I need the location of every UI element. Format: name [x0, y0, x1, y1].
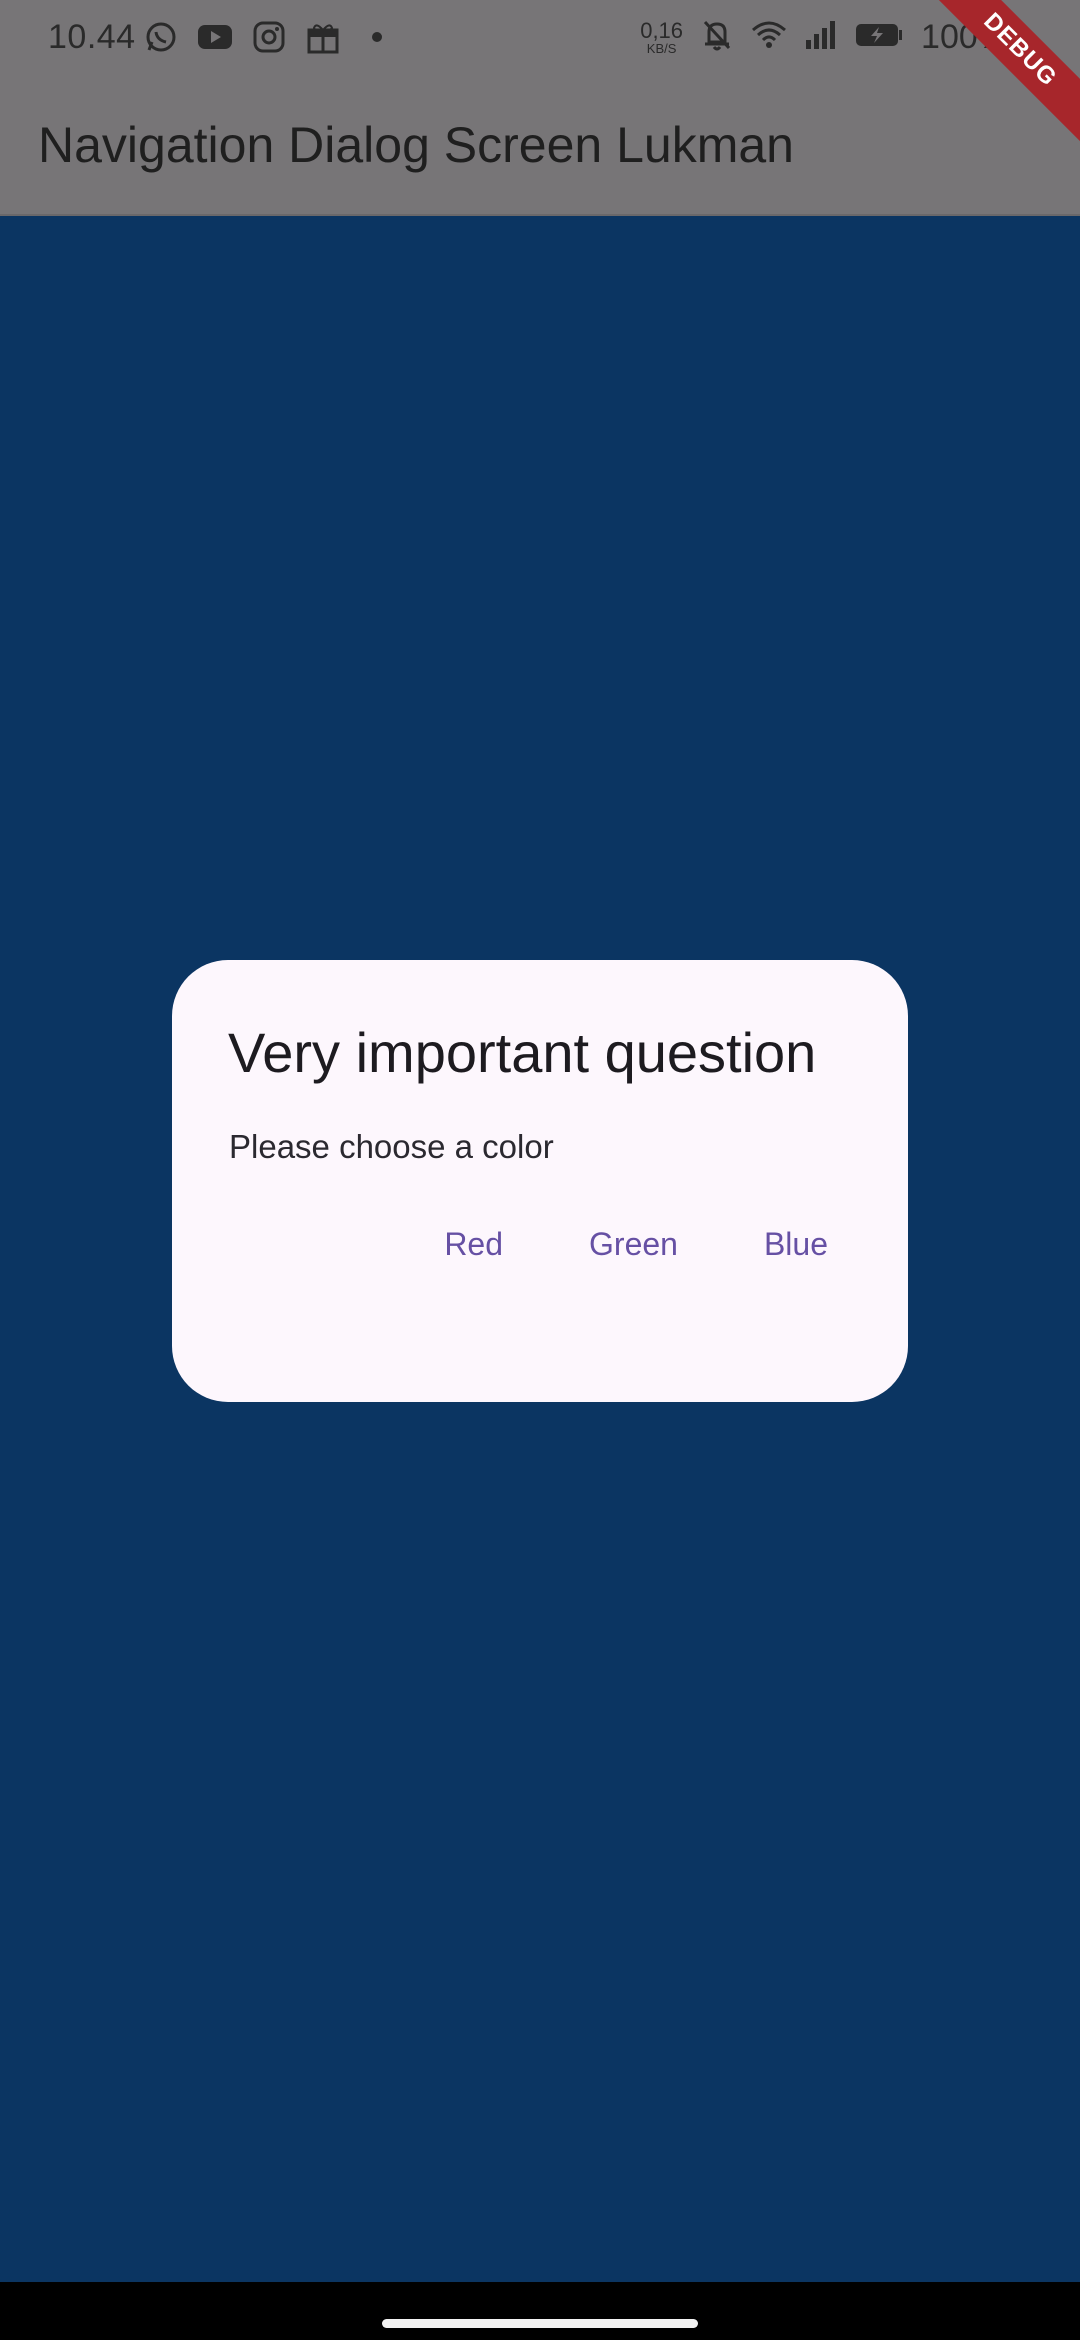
status-right: 0,16 KB/S 100% [640, 18, 1008, 57]
dialog-content: Please choose a color [229, 1128, 554, 1165]
network-speed: 0,16 KB/S [640, 18, 684, 56]
whatsapp-icon [142, 18, 180, 56]
color-dialog: Very important question Please choose a … [172, 960, 908, 1402]
instagram-icon [250, 18, 288, 56]
home-indicator[interactable] [382, 2319, 698, 2328]
dialog-title: Very important question [228, 1021, 817, 1084]
notification-icons [142, 18, 396, 56]
bell-off-icon [701, 18, 733, 57]
green-button[interactable]: Green [559, 1206, 708, 1283]
blue-button[interactable]: Blue [734, 1206, 858, 1283]
youtube-icon [196, 18, 234, 56]
dialog-actions: Red Green Blue [414, 1206, 858, 1283]
red-button[interactable]: Red [414, 1206, 533, 1283]
status-time: 10.44 [48, 18, 136, 56]
wifi-icon [751, 20, 787, 55]
system-navigation-bar [0, 2282, 1080, 2340]
screen: 10.44 0,16 KB/S 100% Navigation Dialog S… [0, 0, 1080, 2340]
dot-icon [358, 18, 396, 56]
gift-icon [304, 18, 342, 56]
network-speed-unit: KB/S [646, 41, 677, 56]
signal-icon [805, 20, 837, 55]
app-bar: Navigation Dialog Screen Lukman [0, 80, 1080, 216]
app-bar-title: Navigation Dialog Screen Lukman [38, 117, 794, 173]
battery-charging-icon [855, 22, 903, 53]
network-speed-value: 0,16 [640, 18, 684, 43]
status-bar: 10.44 0,16 KB/S 100% [0, 0, 1080, 80]
